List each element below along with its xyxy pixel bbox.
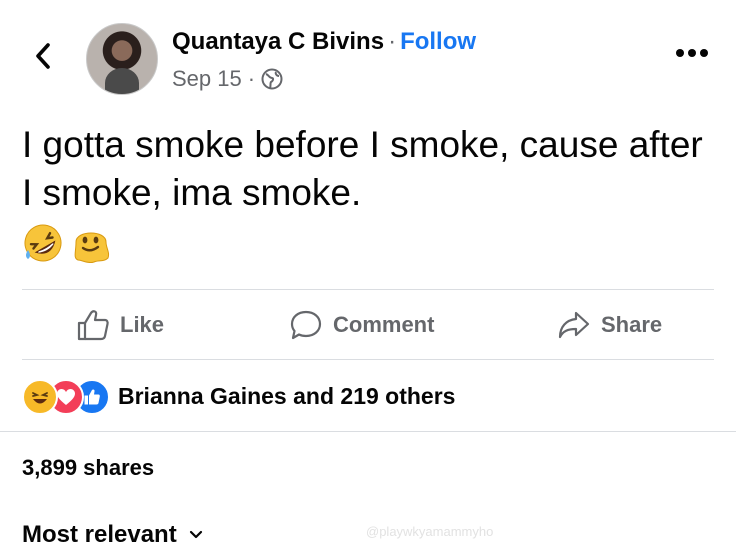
like-button[interactable]: Like xyxy=(76,305,164,345)
share-label: Share xyxy=(601,312,663,337)
divider xyxy=(22,289,714,290)
more-icon xyxy=(676,49,708,57)
follow-button[interactable]: Follow xyxy=(400,28,476,55)
like-label: Like xyxy=(120,312,165,337)
divider xyxy=(22,359,714,360)
post-date[interactable]: Sep 15 xyxy=(172,66,242,92)
comment-label: Comment xyxy=(333,312,435,337)
sort-label: Most relevant xyxy=(22,521,177,548)
author-line: Quantaya C Bivins · Follow xyxy=(172,28,476,56)
more-options-button[interactable] xyxy=(670,38,714,68)
reactions-text: Brianna Gaines and 219 others xyxy=(118,382,456,409)
back-button[interactable] xyxy=(28,36,58,76)
reaction-icons xyxy=(22,379,110,415)
thumbs-up-icon xyxy=(77,310,109,341)
watermark: @playwkyamammyho xyxy=(366,524,494,539)
post-emojis xyxy=(22,222,112,264)
melting-face-emoji xyxy=(74,232,110,264)
comment-bubble-icon xyxy=(290,310,322,340)
name-separator: · xyxy=(388,28,397,55)
divider xyxy=(0,431,736,432)
rolling-on-floor-laughing-emoji xyxy=(24,224,62,262)
author-name[interactable]: Quantaya C Bivins xyxy=(172,28,384,55)
shares-count[interactable]: 3,899 shares xyxy=(22,455,154,481)
comment-button[interactable]: Comment xyxy=(289,305,434,345)
globe-icon xyxy=(261,68,283,90)
post-text: I gotta smoke before I smoke, cause afte… xyxy=(22,124,703,213)
author-avatar[interactable] xyxy=(86,23,158,95)
chevron-down-icon xyxy=(189,530,202,539)
reactions-summary[interactable]: Brianna Gaines and 219 others xyxy=(22,379,456,415)
haha-reaction-icon xyxy=(22,379,58,415)
share-arrow-icon xyxy=(558,311,590,339)
share-button[interactable]: Share xyxy=(557,305,662,345)
chevron-left-icon xyxy=(36,43,50,69)
meta-separator: · xyxy=(247,66,256,91)
post-meta: Sep 15 · xyxy=(172,66,283,92)
comments-sort-dropdown[interactable]: Most relevant xyxy=(22,521,203,549)
